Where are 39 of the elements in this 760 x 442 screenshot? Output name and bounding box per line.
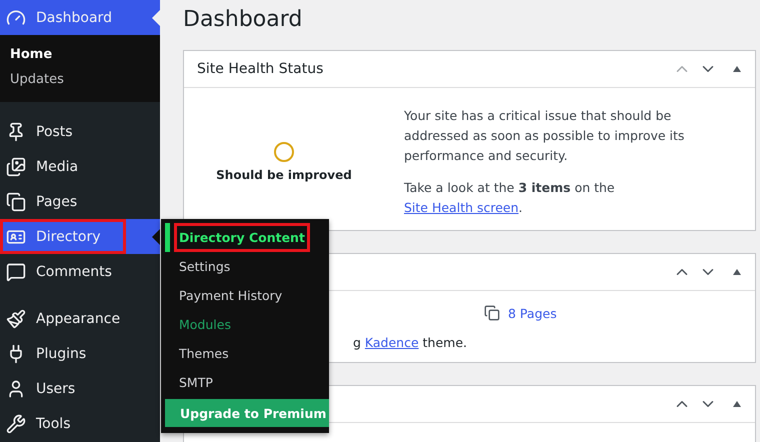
sidebar-item[interactable]: Pages	[0, 184, 160, 219]
sidebar-item[interactable]: Appearance	[0, 301, 160, 336]
current-pointer-icon	[152, 10, 160, 26]
sidebar-item[interactable]: Media	[0, 149, 160, 184]
theme-text: g Kadence theme.	[353, 335, 468, 350]
wrench-icon	[6, 414, 26, 434]
speech-bubble-icon	[6, 262, 26, 282]
collapse-icon[interactable]	[733, 401, 741, 407]
flyout-item[interactable]: Modules	[179, 317, 231, 332]
flyout-item[interactable]: Themes	[179, 346, 229, 361]
flyout-item[interactable]: Directory Content	[179, 230, 305, 245]
flyout-item[interactable]: Settings	[179, 259, 230, 274]
pages-count-link[interactable]: 8 Pages	[484, 305, 557, 321]
theme-link[interactable]: Kadence	[364, 335, 419, 350]
sidebar-item[interactable]: Dashboard	[0, 0, 160, 35]
widget-title: Site Health Status	[197, 61, 324, 77]
health-status: Should be improved	[216, 168, 352, 182]
collapse-icon[interactable]	[733, 269, 741, 275]
submenu-item[interactable]: Home	[0, 42, 160, 67]
gauge-icon	[6, 8, 26, 28]
flyout-item[interactable]: Payment History	[179, 288, 282, 303]
status-ring-icon	[274, 142, 294, 162]
site-health-link[interactable]: Site Health screen	[404, 200, 519, 215]
sidebar-item[interactable]: Comments	[0, 254, 160, 289]
sidebar-item[interactable]: Tools	[0, 406, 160, 441]
health-action-text: Take a look at the 3 items on the Site Health screen.	[404, 179, 616, 217]
sidebar-item[interactable]: Directory	[0, 219, 160, 254]
submenu-item[interactable]: Updates	[0, 67, 160, 92]
pages-icon	[484, 305, 500, 321]
media-icon	[6, 156, 26, 176]
paintbrush-icon	[6, 308, 26, 328]
sidebar-item[interactable]: Users	[0, 371, 160, 406]
collapse-icon[interactable]	[733, 66, 741, 72]
flyout-item[interactable]: SMTP	[179, 375, 213, 390]
health-description: Your site has a critical issue that should be addressed as soon as possible to improve its performance and security.	[404, 107, 686, 165]
page-title: Dashboard	[183, 6, 304, 34]
pages-icon	[6, 192, 26, 212]
sidebar-item[interactable]: Posts	[0, 114, 160, 149]
sidebar-item[interactable]: Plugins	[0, 336, 160, 371]
